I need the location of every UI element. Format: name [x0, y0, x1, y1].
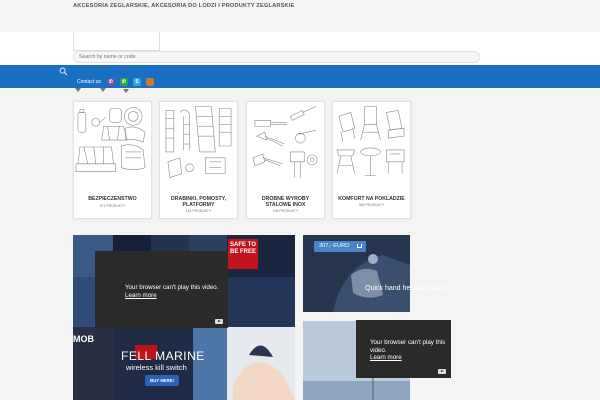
category-count: 143 PRODUKTY: [185, 209, 212, 213]
contact-link[interactable]: Contact us: [77, 79, 101, 85]
safety-equipment-image: [75, 107, 146, 172]
price-tag[interactable]: 307,- EURO: [314, 241, 366, 252]
logo[interactable]: [73, 32, 160, 51]
menu-markers: [75, 88, 129, 93]
side-video-error-overlay: Your browser can't play this video. Lear…: [356, 320, 451, 378]
learn-more-link[interactable]: Learn more: [370, 354, 451, 362]
cart-icon[interactable]: [357, 244, 362, 248]
mob-logo: MOB: [73, 334, 94, 344]
skype-icon[interactable]: S: [132, 78, 141, 86]
search-icon[interactable]: [59, 67, 68, 76]
buy-here-button[interactable]: BUY HERE!: [145, 375, 179, 386]
stainless-parts-image: [252, 106, 318, 178]
ladders-image: [165, 106, 232, 178]
youtube-icon[interactable]: [215, 319, 223, 324]
category-title[interactable]: DRABINKI, POMOSTY, PLATFORMY: [162, 196, 235, 208]
category-count: 138 PRODUKTY: [272, 209, 299, 213]
fell-marine-logo: FELL MARINE: [121, 349, 205, 363]
video-error-overlay: Your browser can't play this video. Lear…: [95, 251, 228, 328]
category-card[interactable]: DROBNE WYROBY STALOWE INOX 138 PRODUKTY: [246, 101, 325, 219]
category-title[interactable]: DROBNE WYROBY STALOWE INOX: [249, 196, 322, 208]
category-card[interactable]: KOMFORT NA POKLADZIE 366 PRODUKTY: [332, 101, 411, 219]
menu-marker: [100, 88, 106, 92]
viber-icon[interactable]: ✆: [106, 78, 115, 86]
learn-more-link[interactable]: Learn more: [125, 292, 218, 300]
top-bar: AKCESORIA ZEGLARSKIE, AKCESORIA DO LODZI…: [0, 0, 600, 32]
category-card[interactable]: DRABINKI, POMOSTY, PLATFORMY 143 PRODUKT…: [159, 101, 238, 219]
price-value: 307,- EURO: [319, 243, 350, 249]
promo-caption: Quick hand he with chain c: [365, 285, 449, 292]
category-count: 971 PRODUKTY: [99, 204, 126, 208]
search-input[interactable]: [73, 51, 480, 63]
menu-marker: [75, 88, 81, 92]
youtube-icon[interactable]: [438, 369, 446, 374]
category-title[interactable]: KOMFORT NA POKLADZIE: [335, 196, 408, 202]
contact-row: Contact us ✆ ✆ S: [73, 76, 159, 88]
site-title: AKCESORIA ZEGLARSKIE, AKCESORIA DO LODZI…: [73, 3, 295, 9]
video-error-message: Your browser can't play this video.: [370, 339, 446, 354]
flag-icon[interactable]: [145, 78, 154, 86]
comfort-items-image: [336, 106, 405, 176]
category-card[interactable]: BEZPIECZENSTWO 971 PRODUKTY: [73, 101, 152, 219]
category-count: 366 PRODUKTY: [358, 203, 385, 207]
category-title[interactable]: BEZPIECZENSTWO: [76, 196, 149, 202]
whatsapp-icon[interactable]: ✆: [119, 78, 128, 86]
menu-marker: [123, 89, 129, 93]
banner-subtitle: wireless kill switch: [126, 363, 187, 372]
safe-badge: SAFE TO BE FREE: [228, 239, 258, 269]
video-error-message: Your browser can't play this video.: [125, 284, 219, 291]
